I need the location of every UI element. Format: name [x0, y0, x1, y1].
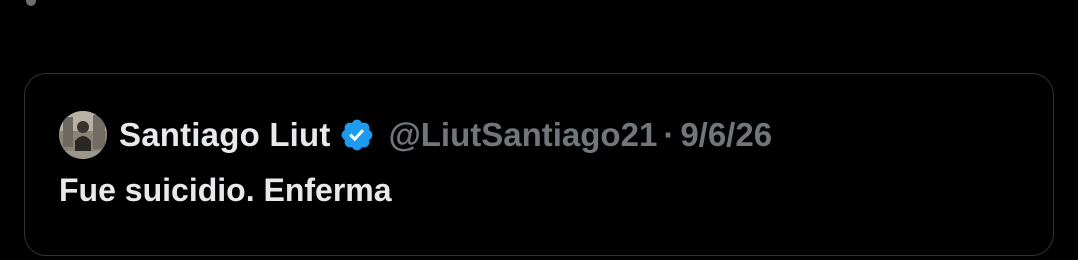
quoted-tweet-header: Santiago Liut @LiutSantiago21 · 9/6/26 [59, 110, 772, 160]
author-display-name[interactable]: Santiago Liut [119, 116, 331, 154]
tweet-date[interactable]: 9/6/26 [680, 116, 772, 154]
quoted-tweet-text: Fue suicidio. Enferma [59, 172, 392, 208]
quoted-tweet-card[interactable]: Santiago Liut @LiutSantiago21 · 9/6/26 F… [24, 73, 1054, 256]
previous-content-fragment [26, 0, 36, 6]
verified-badge-icon [339, 117, 375, 153]
avatar[interactable] [59, 111, 107, 159]
author-handle[interactable]: @LiutSantiago21 [389, 116, 658, 154]
meta-separator: · [663, 116, 675, 153]
